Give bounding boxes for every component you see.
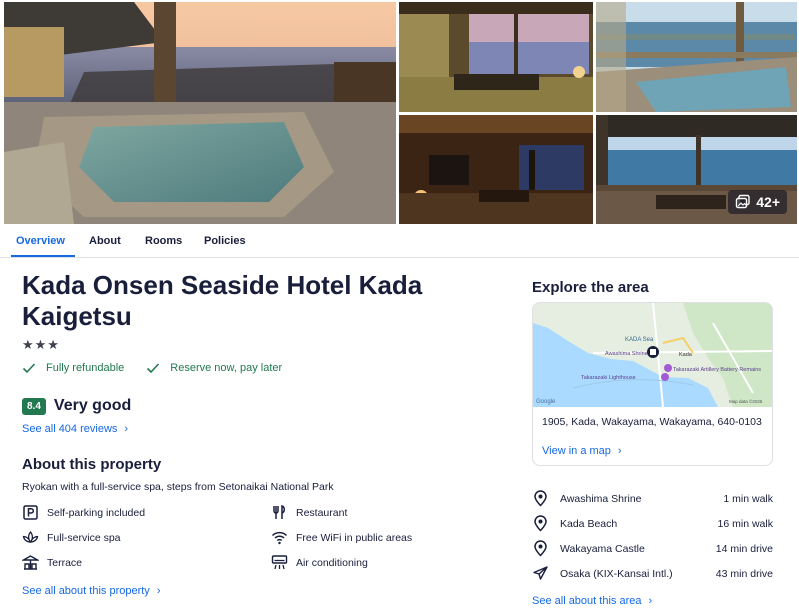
star-rating: ★★★ <box>22 337 60 352</box>
photo-gallery: 42+ <box>4 2 797 224</box>
amenity-air-conditioning: Air conditioning <box>271 554 368 571</box>
gallery-photo-2[interactable] <box>399 2 593 112</box>
map-label-kada: Kada <box>679 352 693 358</box>
map-link-label: View in a map <box>542 445 611 457</box>
amenity-label: Restaurant <box>296 506 348 519</box>
property-title: Kada Onsen Seaside Hotel Kada Kaigetsu <box>22 270 423 331</box>
place-name: Wakayama Castle <box>560 542 645 555</box>
wifi-icon <box>271 531 288 545</box>
chevron-right-icon: › <box>156 585 161 597</box>
amenity-label: Full-service spa <box>47 531 121 544</box>
amenity-wifi: Free WiFi in public areas <box>271 529 412 546</box>
area-map[interactable]: KADA Sea Awashima Shrine Kada Takarazaki… <box>533 303 773 407</box>
map-card: KADA Sea Awashima Shrine Kada Takarazaki… <box>532 302 773 466</box>
map-label-awashima: Awashima Shrine <box>605 351 648 357</box>
place-name: Kada Beach <box>560 517 618 530</box>
see-all-reviews-link[interactable]: See all 404 reviews › <box>22 423 128 435</box>
location-pin-icon <box>534 515 547 532</box>
about-section-title: About this property <box>22 456 162 473</box>
chevron-right-icon: › <box>617 445 622 457</box>
tab-rooms[interactable]: Rooms <box>145 235 182 247</box>
gallery-photo-main[interactable] <box>4 2 396 224</box>
about-link-label: See all about this property <box>22 585 150 597</box>
place-distance: 1 min walk <box>723 492 773 505</box>
location-pin-icon <box>534 490 547 507</box>
property-address: 1905, Kada, Wakayama, Wakayama, 640-0103 <box>542 416 762 428</box>
map-label-kada-sea: KADA Sea <box>625 337 654 343</box>
guest-rating: 8.4 Very good <box>22 397 131 415</box>
more-photos-count: 42+ <box>756 194 780 210</box>
place-name: Osaka (KIX-Kansai Intl.) <box>560 567 673 580</box>
tab-policies[interactable]: Policies <box>204 235 246 247</box>
see-all-about-area-link[interactable]: See all about this area › <box>532 595 652 607</box>
chevron-right-icon: › <box>648 595 653 607</box>
place-distance: 16 min walk <box>717 517 773 530</box>
amenity-label: Self-parking included <box>47 506 146 519</box>
parking-icon <box>23 505 38 520</box>
perk-label: Reserve now, pay later <box>170 362 283 374</box>
checkmark-icon <box>22 363 36 374</box>
amenity-label: Air conditioning <box>296 556 368 569</box>
airplane-icon <box>533 566 548 580</box>
amenity-terrace: Terrace <box>22 554 82 571</box>
map-label-lighthouse: Takarazaki Lighthouse <box>581 375 636 381</box>
nearby-place-row: Osaka (KIX-Kansai Intl.) 43 min drive <box>532 565 773 582</box>
booking-perks: Fully refundable Reserve now, pay later <box>22 361 304 375</box>
reviews-link-label: See all 404 reviews <box>22 423 118 435</box>
photo-gallery-icon <box>736 194 750 209</box>
rating-score-badge: 8.4 <box>22 397 46 415</box>
section-tabs: Overview About Rooms Policies <box>0 226 799 258</box>
active-tab-indicator <box>11 255 75 257</box>
checkmark-icon <box>147 363 160 374</box>
amenity-spa: Full-service spa <box>22 529 121 546</box>
perk-fully-refundable: Fully refundable <box>22 361 124 375</box>
guest-room-photo <box>399 115 593 224</box>
amenity-label: Terrace <box>47 556 83 569</box>
air-conditioning-icon <box>271 555 288 570</box>
gallery-photo-5[interactable]: 42+ <box>596 115 797 224</box>
amenity-label: Free WiFi in public areas <box>296 531 413 544</box>
nearby-place-row: Kada Beach 16 min walk <box>532 515 773 532</box>
nearby-place-row: Wakayama Castle 14 min drive <box>532 540 773 557</box>
view-all-photos-button[interactable]: 42+ <box>728 190 787 214</box>
explore-section-title: Explore the area <box>532 279 649 296</box>
rating-label: Very good <box>53 397 132 414</box>
location-pin-icon <box>534 540 547 557</box>
spa-icon <box>22 530 39 544</box>
place-name: Awashima Shrine <box>560 492 642 505</box>
map-attribution-logo: Google <box>536 399 556 405</box>
place-distance: 14 min drive <box>715 542 773 555</box>
tab-overview[interactable]: Overview <box>16 235 65 247</box>
amenity-parking: Self-parking included <box>22 504 145 521</box>
view-in-map-link[interactable]: View in a map › <box>542 445 622 457</box>
map-label-battery: Takarazaki Artillery Battery Remains <box>673 367 761 373</box>
terrace-bath-photo <box>596 2 797 112</box>
map-data-credit: Map data ©2025 <box>729 398 763 404</box>
see-all-about-property-link[interactable]: See all about this property › <box>22 585 160 597</box>
chevron-right-icon: › <box>124 423 129 435</box>
area-link-label: See all about this area <box>532 595 642 607</box>
tatami-room-photo <box>399 2 593 112</box>
gallery-photo-4[interactable] <box>399 115 593 224</box>
terrace-icon <box>22 555 39 570</box>
gallery-photo-3[interactable] <box>596 2 797 112</box>
place-distance: 43 min drive <box>715 567 773 580</box>
outdoor-bath-photo <box>4 2 396 224</box>
perk-reserve-now: Reserve now, pay later <box>146 361 282 375</box>
perk-label: Fully refundable <box>46 362 125 374</box>
tab-about[interactable]: About <box>89 235 121 247</box>
restaurant-icon <box>273 504 285 519</box>
nearby-place-row: Awashima Shrine 1 min walk <box>532 490 773 507</box>
amenity-restaurant: Restaurant <box>271 504 347 521</box>
property-description: Ryokan with a full-service spa, steps fr… <box>22 481 334 493</box>
